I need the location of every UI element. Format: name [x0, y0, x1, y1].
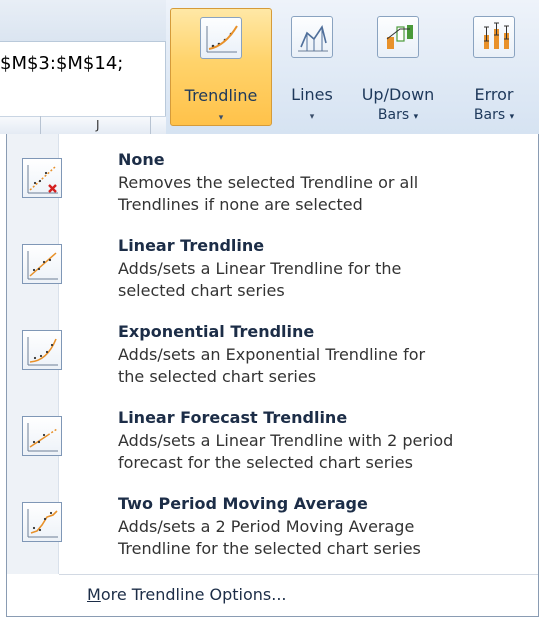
lines-icon [291, 16, 333, 58]
formula-bar-top [0, 0, 166, 42]
menu-item-description-line: Trendline for the selected chart series [118, 539, 421, 558]
column-separator[interactable] [150, 116, 151, 134]
more-trendline-options-item[interactable]: More Trendline Options... [7, 575, 538, 616]
accelerator-key: M [87, 585, 101, 604]
chevron-down-icon: ▾ [218, 113, 224, 123]
menu-item-description-line: the selected chart series [118, 367, 317, 386]
menu-item-description-line: Trendlines if none are selected [118, 195, 363, 214]
menu-item-description: Adds/sets a 2 Period Moving Average Tren… [118, 516, 538, 560]
ribbon: $M$3:$M$14; J Trendline ▾ Lines ▾ Up/Dow… [0, 0, 539, 134]
error-bars-button[interactable]: Error Bars ▾ [452, 8, 536, 126]
lines-button[interactable]: Lines ▾ [278, 8, 346, 126]
up-down-bars-button[interactable]: Up/Down Bars ▾ [350, 8, 446, 126]
trendline-none-icon [22, 158, 62, 198]
menu-item-title: None [118, 150, 165, 169]
menu-item-description-line: forecast for the selected chart series [118, 453, 413, 472]
menu-item-description: Adds/sets a Linear Trendline with 2 peri… [118, 430, 538, 474]
menu-item-description-line: Adds/sets a 2 Period Moving Average [118, 517, 415, 536]
bars-text: Bars [473, 107, 506, 123]
bars-label: Bars ▾ [350, 106, 446, 127]
menu-item-description: Adds/sets an Exponential Trendline for t… [118, 344, 538, 388]
error-label: Error [474, 85, 514, 104]
formula-area: $M$3:$M$14; J [0, 0, 166, 134]
menu-item-description: Adds/sets a Linear Trendline for the sel… [118, 258, 538, 302]
chevron-down-icon: ▾ [509, 112, 515, 122]
trendline-menu: None Removes the selected Trendline or a… [6, 134, 539, 617]
column-separator[interactable] [40, 116, 41, 134]
menu-item-title: Two Period Moving Average [118, 494, 368, 513]
menu-item-description-line: Adds/sets a Linear Trendline with 2 peri… [118, 431, 454, 450]
formula-bar-text[interactable]: $M$3:$M$14; [0, 44, 164, 84]
linear-forecast-trendline-icon [22, 416, 62, 456]
menu-item-title: Exponential Trendline [118, 322, 315, 341]
menu-item-linear-trendline[interactable]: Linear Trendline Adds/sets a Linear Tren… [7, 230, 538, 316]
menu-item-title: Linear Trendline [118, 236, 265, 255]
menu-item-none[interactable]: None Removes the selected Trendline or a… [7, 144, 538, 230]
bars-text: Bars [377, 107, 410, 123]
trendline-button[interactable]: Trendline ▾ [170, 8, 272, 126]
menu-item-exponential-trendline[interactable]: Exponential Trendline Adds/sets an Expon… [7, 316, 538, 402]
bars-label: Bars ▾ [452, 106, 536, 127]
menu-item-description: Removes the selected Trendline or all Tr… [118, 172, 538, 216]
menu-item-description-line: Adds/sets a Linear Trendline for the [118, 259, 402, 278]
up-down-label: Up/Down [361, 85, 435, 104]
exponential-trendline-icon [22, 330, 62, 370]
column-header-row [0, 116, 166, 134]
menu-item-moving-average-trendline[interactable]: Two Period Moving Average Adds/sets a 2 … [7, 488, 538, 574]
trendline-icon [200, 17, 242, 59]
up-down-bars-icon [377, 16, 419, 58]
more-trendline-options-label: More Trendline Options... [87, 585, 287, 604]
column-header-j[interactable]: J [96, 118, 100, 132]
linear-trendline-icon [22, 244, 62, 284]
menu-item-description-line: selected chart series [118, 281, 285, 300]
trendline-label: Trendline [184, 86, 258, 105]
error-bars-icon [473, 16, 515, 58]
menu-item-title: Linear Forecast Trendline [118, 408, 348, 427]
chevron-down-icon: ▾ [309, 112, 315, 122]
menu-item-linear-forecast-trendline[interactable]: Linear Forecast Trendline Adds/sets a Li… [7, 402, 538, 488]
chevron-down-icon: ▾ [413, 112, 419, 122]
moving-average-trendline-icon [22, 502, 62, 542]
more-trendline-options-text: ore Trendline Options... [100, 585, 287, 604]
menu-item-description-line: Adds/sets an Exponential Trendline for [118, 345, 426, 364]
lines-label: Lines [291, 85, 333, 104]
menu-item-description-line: Removes the selected Trendline or all [118, 173, 419, 192]
